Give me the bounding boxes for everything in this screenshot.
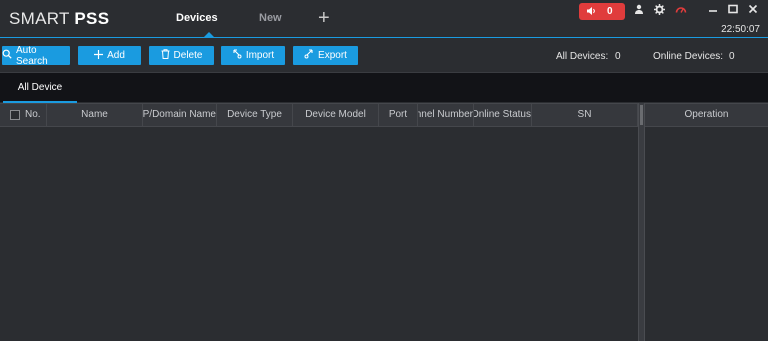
tab-all-device[interactable]: All Device <box>3 73 77 103</box>
gauge-icon[interactable] <box>674 4 688 18</box>
col-ip-domain[interactable]: IP/Domain Name <box>143 104 217 126</box>
import-button[interactable]: Import <box>221 46 285 65</box>
col-device-model[interactable]: Device Model <box>293 104 379 126</box>
tab-devices[interactable]: Devices <box>176 12 218 24</box>
device-group-tabs: All Device <box>0 72 768 103</box>
trash-icon <box>161 49 170 62</box>
col-online-status[interactable]: Online Status <box>474 104 532 126</box>
splitter-grip-icon <box>640 105 643 125</box>
export-icon <box>304 49 314 62</box>
all-devices-label: All Devices: <box>556 51 609 62</box>
table-header: No. Name IP/Domain Name Device Type Devi… <box>0 103 768 127</box>
gear-icon[interactable] <box>652 4 666 18</box>
toolbar: Auto Search Add Delete Import Export All… <box>0 39 768 72</box>
device-table: No. Name IP/Domain Name Device Type Devi… <box>0 103 768 341</box>
alarm-count: 0 <box>607 6 613 17</box>
clock: 22:50:07 <box>721 24 760 35</box>
online-devices-label: Online Devices: <box>653 51 724 62</box>
select-all-checkbox[interactable] <box>10 110 20 120</box>
user-icon[interactable] <box>632 4 646 18</box>
close-icon[interactable] <box>746 4 760 18</box>
import-icon <box>232 49 242 62</box>
column-splitter[interactable] <box>638 103 645 341</box>
col-device-type[interactable]: Device Type <box>217 104 293 126</box>
col-no[interactable]: No. <box>0 104 47 126</box>
maximize-icon[interactable] <box>726 4 740 18</box>
tab-new[interactable]: New <box>259 12 282 24</box>
plus-icon <box>94 49 104 62</box>
col-port[interactable]: Port <box>379 104 418 126</box>
app-logo: SMART PSS <box>9 9 110 28</box>
auto-search-button[interactable]: Auto Search <box>2 45 70 67</box>
col-channel-number[interactable]: Channel Number <box>418 104 474 126</box>
title-bar: SMART PSS Devices New + 0 22:50:07 <box>0 0 768 38</box>
all-devices-count: 0 <box>615 51 621 62</box>
alarm-badge[interactable]: 0 <box>579 3 625 20</box>
col-name[interactable]: Name <box>47 104 143 126</box>
export-button[interactable]: Export <box>293 46 358 65</box>
minimize-icon[interactable] <box>706 4 720 18</box>
search-icon <box>2 49 12 62</box>
active-tab-indicator <box>204 32 214 37</box>
delete-button[interactable]: Delete <box>149 46 214 65</box>
add-tab-button[interactable]: + <box>318 8 330 28</box>
speaker-icon <box>586 6 596 19</box>
col-sn[interactable]: SN <box>532 104 638 126</box>
online-devices-count: 0 <box>729 51 735 62</box>
col-operation[interactable]: Operation <box>645 104 768 126</box>
add-button[interactable]: Add <box>78 46 141 65</box>
